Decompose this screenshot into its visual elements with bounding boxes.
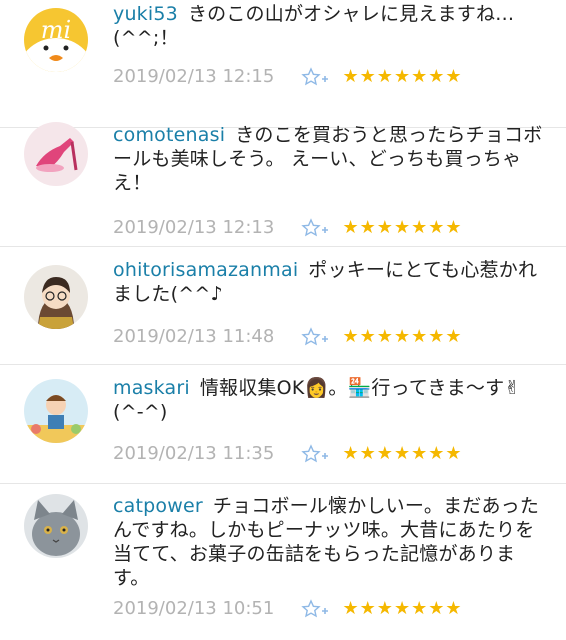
comment-item: comotenasi きのこを買おうと思ったらチョコボールも美味しそう。 えーい、… [0,122,566,247]
user-avatar[interactable]: mi [24,8,88,72]
star-rating: ★★★★★★★ [342,217,463,238]
add-favorite-icon[interactable] [301,598,329,619]
comment-date: 2019/02/13 12:15 [113,66,275,87]
star-rating: ★★★★★★★ [342,66,463,87]
svg-text:mi: mi [41,16,71,44]
comment-item: catpower チョコボール懐かしいー。まだあったんですね。しかもピーナッツ味。… [0,484,566,640]
comment-date: 2019/02/13 11:35 [113,443,275,464]
user-avatar[interactable] [24,122,88,186]
username-link[interactable]: ohitorisamazanmai [113,259,298,281]
user-avatar[interactable] [24,494,88,558]
star-rating: ★★★★★★★ [342,443,463,464]
add-favorite-icon[interactable] [301,217,329,238]
username-link[interactable]: yuki53 [113,3,178,25]
username-link[interactable]: maskari [113,377,190,399]
username-link[interactable]: comotenasi [113,124,225,146]
star-rating: ★★★★★★★ [342,598,463,619]
comment-item: mi yuki53 きのこの山がオシャレに見えますね…(^^;！ 2019/02/… [0,0,566,128]
comment-date: 2019/02/13 11:48 [113,326,275,347]
comment-date: 2019/02/13 10:51 [113,598,275,619]
user-avatar[interactable] [24,265,88,329]
add-favorite-icon[interactable] [301,66,329,87]
add-favorite-icon[interactable] [301,326,329,347]
user-avatar[interactable] [24,379,88,443]
comment-item: maskari 情報収集OK👩。🏪行ってきま〜す✌(^-^) 2019/02/13… [0,365,566,484]
add-favorite-icon[interactable] [301,443,329,464]
star-rating: ★★★★★★★ [342,326,463,347]
comment-date: 2019/02/13 12:13 [113,217,275,238]
username-link[interactable]: catpower [113,495,203,517]
comment-item: ohitorisamazanmai ポッキーにとても心惹かれました(^^♪ 201… [0,247,566,365]
